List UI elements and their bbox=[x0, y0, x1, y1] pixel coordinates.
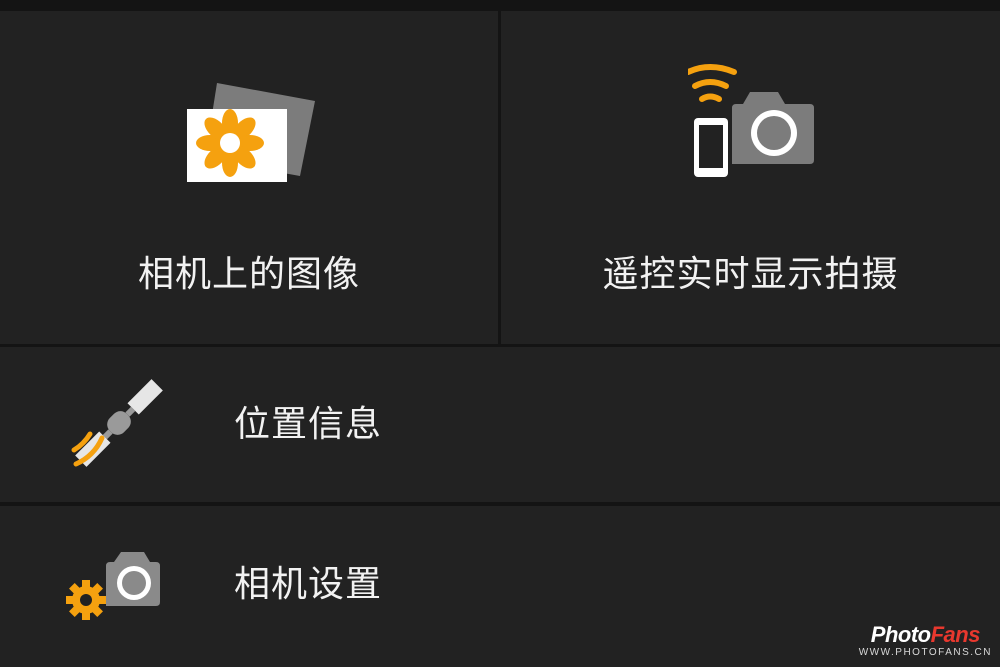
remote-live-view-label: 遥控实时显示拍摄 bbox=[602, 254, 899, 295]
camera-gear-icon bbox=[66, 552, 160, 620]
satellite-icon bbox=[71, 379, 163, 467]
images-on-camera-label: 相机上的图像 bbox=[137, 254, 360, 295]
smartphone-camera-wifi-icon bbox=[688, 64, 814, 177]
gallery-icon bbox=[187, 83, 315, 182]
camera-connect-menu: 相机上的图像 遥控实时显示拍摄 位置信息 相机设置 PhotoFans WWW.… bbox=[0, 0, 1000, 667]
photofans-logo: PhotoFans bbox=[870, 622, 981, 647]
camera-settings-label: 相机设置 bbox=[234, 564, 383, 605]
photofans-url: WWW.PHOTOFANS.CN bbox=[858, 647, 992, 658]
images-on-camera-button[interactable]: 相机上的图像 bbox=[0, 11, 498, 344]
location-info-label: 位置信息 bbox=[234, 404, 383, 445]
photofans-watermark: PhotoFans WWW.PHOTOFANS.CN bbox=[859, 623, 992, 659]
